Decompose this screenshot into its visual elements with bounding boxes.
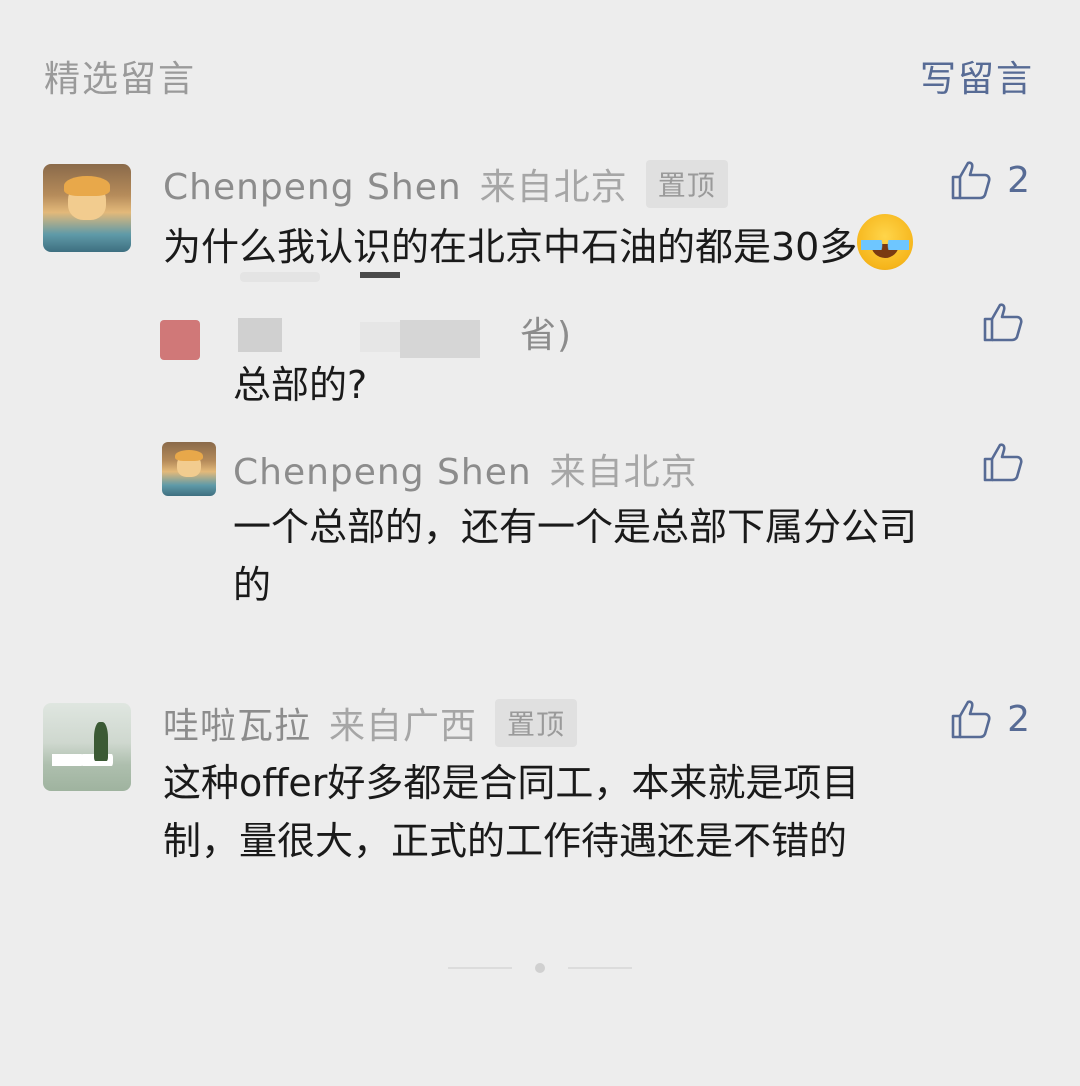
- thumbs-up-icon: [951, 161, 991, 200]
- pinned-badge: 置顶: [495, 699, 578, 747]
- avatar[interactable]: [43, 703, 131, 791]
- laughing-tears-emoji: [857, 214, 914, 270]
- comment-text-line: 制，量很大，正式的工作待遇还是不错的: [163, 819, 848, 863]
- like-count: 2: [1007, 698, 1030, 740]
- avatar[interactable]: [160, 320, 200, 360]
- reply-author-name[interactable]: Chenpeng Shen: [233, 452, 532, 493]
- comments-page: 精选留言 写留言 Chenpeng Shen 来自北京 置顶 2 为什么我认识的在北…: [0, 0, 1080, 1086]
- thumbs-up-icon: [983, 303, 1023, 342]
- like-count: 2: [1007, 159, 1030, 201]
- reply-text: 总部的?: [233, 363, 368, 407]
- avatar[interactable]: [162, 442, 216, 496]
- redacted-text: [238, 318, 282, 352]
- like-button[interactable]: [981, 300, 1025, 344]
- comment-location: 来自北京: [479, 167, 628, 208]
- redacted-text: [400, 320, 480, 358]
- reply-text-line: 的: [233, 563, 272, 607]
- end-divider: [568, 967, 632, 969]
- reply-location: 来自北京: [549, 452, 698, 493]
- redacted-text: [360, 322, 400, 352]
- end-divider: [448, 967, 512, 969]
- reply-text-line: 一个总部的，还有一个是总部下属分公司: [233, 505, 918, 549]
- avatar[interactable]: [43, 164, 131, 252]
- comment-author-line: Chenpeng Shen 来自北京 置顶: [163, 158, 728, 210]
- pinned-badge: 置顶: [645, 160, 728, 208]
- write-comment-button[interactable]: 写留言: [920, 50, 1034, 102]
- thumbs-up-icon: [983, 443, 1023, 482]
- featured-comments-title: 精选留言: [44, 59, 197, 100]
- like-button[interactable]: 2: [949, 158, 1030, 202]
- comment-author-line: 哇啦瓦拉 来自广西 置顶: [163, 697, 578, 749]
- like-button[interactable]: [981, 440, 1025, 484]
- comment-author-name[interactable]: 哇啦瓦拉: [163, 706, 311, 747]
- reply-author-fragment: 省): [520, 315, 573, 356]
- reply-text: 一个总部的，还有一个是总部下属分公司 的: [233, 498, 1053, 614]
- comment-location: 来自广西: [329, 706, 478, 747]
- reply-author-line: Chenpeng Shen 来自北京: [233, 443, 698, 495]
- end-divider-dot: [535, 963, 545, 973]
- comment-text-line: 这种offer好多都是合同工，本来就是项目: [163, 761, 860, 805]
- comment-body: 为什么我认识的在北京中石油的都是30多: [163, 225, 858, 269]
- thumbs-up-icon: [951, 700, 991, 739]
- redacted-text: [360, 272, 400, 278]
- comment-text: 这种offer好多都是合同工，本来就是项目 制，量很大，正式的工作待遇还是不错的: [163, 754, 1043, 870]
- redacted-text: [240, 272, 320, 282]
- comment-author-name[interactable]: Chenpeng Shen: [163, 167, 462, 208]
- like-button[interactable]: 2: [949, 697, 1030, 741]
- comment-text: 为什么我认识的在北京中石油的都是30多: [163, 214, 1043, 276]
